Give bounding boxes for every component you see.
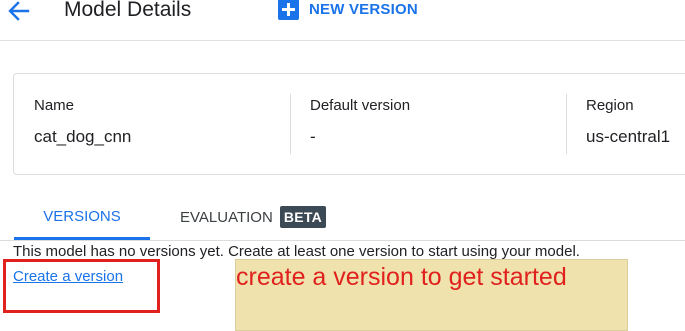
create-version-link[interactable]: Create a version	[13, 268, 123, 285]
tab-versions[interactable]: VERSIONS	[14, 196, 150, 240]
annotation-note: create a version to get started	[235, 259, 628, 331]
annotation-text: create a version to get started	[236, 263, 567, 291]
tab-label: VERSIONS	[43, 208, 121, 225]
page-title: Model Details	[64, 0, 192, 21]
tab-bar: VERSIONS EVALUATION BETA	[0, 196, 685, 241]
new-version-label: NEW VERSION	[309, 1, 418, 18]
detail-label: Default version	[310, 97, 411, 114]
model-details-card: Name cat_dog_cnn Default version - Regio…	[13, 73, 685, 175]
add-icon	[278, 0, 299, 20]
detail-value: -	[310, 127, 316, 146]
empty-state-message: This model has no versions yet. Create a…	[13, 243, 580, 260]
back-arrow-icon[interactable]	[6, 0, 32, 22]
new-version-button[interactable]: NEW VERSION	[278, 0, 418, 20]
tab-evaluation[interactable]: EVALUATION BETA	[180, 196, 327, 238]
top-app-bar: Model Details NEW VERSION	[0, 0, 685, 41]
tab-label: EVALUATION	[180, 208, 273, 226]
detail-label: Name	[34, 97, 75, 114]
divider	[566, 94, 567, 154]
detail-value: cat_dog_cnn	[34, 127, 132, 146]
beta-badge: BETA	[279, 206, 327, 228]
detail-value: us-central1	[586, 127, 671, 146]
detail-label: Region	[586, 97, 634, 114]
divider	[290, 94, 291, 154]
